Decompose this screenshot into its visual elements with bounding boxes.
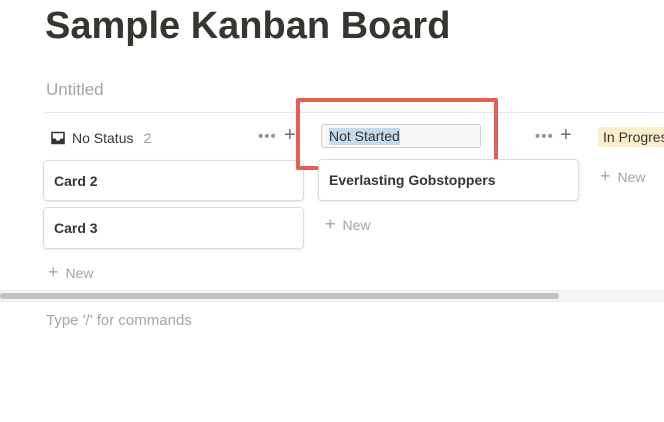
new-label: New bbox=[342, 216, 371, 233]
inbox-icon bbox=[50, 130, 66, 146]
plus-icon: + bbox=[325, 214, 336, 234]
card[interactable]: Card 2 bbox=[43, 160, 304, 201]
new-card-button[interactable]: + New bbox=[325, 214, 371, 235]
new-card-button[interactable]: + New bbox=[600, 166, 646, 187]
plus-icon[interactable]: + bbox=[284, 124, 296, 146]
editor-placeholder[interactable]: Type '/' for commands bbox=[46, 312, 192, 329]
new-label: New bbox=[617, 168, 646, 185]
column-label: No Status bbox=[72, 130, 134, 146]
plus-icon: + bbox=[48, 262, 59, 282]
card[interactable]: Everlasting Gobstoppers bbox=[318, 159, 579, 201]
more-icon[interactable]: ••• bbox=[535, 126, 554, 148]
more-icon[interactable]: ••• bbox=[258, 126, 277, 148]
board-view-name[interactable]: Untitled bbox=[46, 80, 104, 100]
page-title[interactable]: Sample Kanban Board bbox=[45, 4, 450, 48]
plus-icon: + bbox=[600, 166, 611, 186]
scrollbar-thumb[interactable] bbox=[0, 293, 559, 299]
plus-icon[interactable]: + bbox=[560, 124, 572, 146]
column-header-no-status[interactable]: No Status 2 bbox=[50, 126, 151, 150]
column-label-in-progress[interactable]: In Progress bbox=[598, 127, 664, 147]
new-card-button[interactable]: + New bbox=[48, 262, 94, 283]
new-label: New bbox=[65, 264, 94, 281]
column-count: 2 bbox=[143, 130, 152, 146]
horizontal-scrollbar[interactable] bbox=[0, 290, 664, 302]
card[interactable]: Card 3 bbox=[43, 207, 304, 249]
